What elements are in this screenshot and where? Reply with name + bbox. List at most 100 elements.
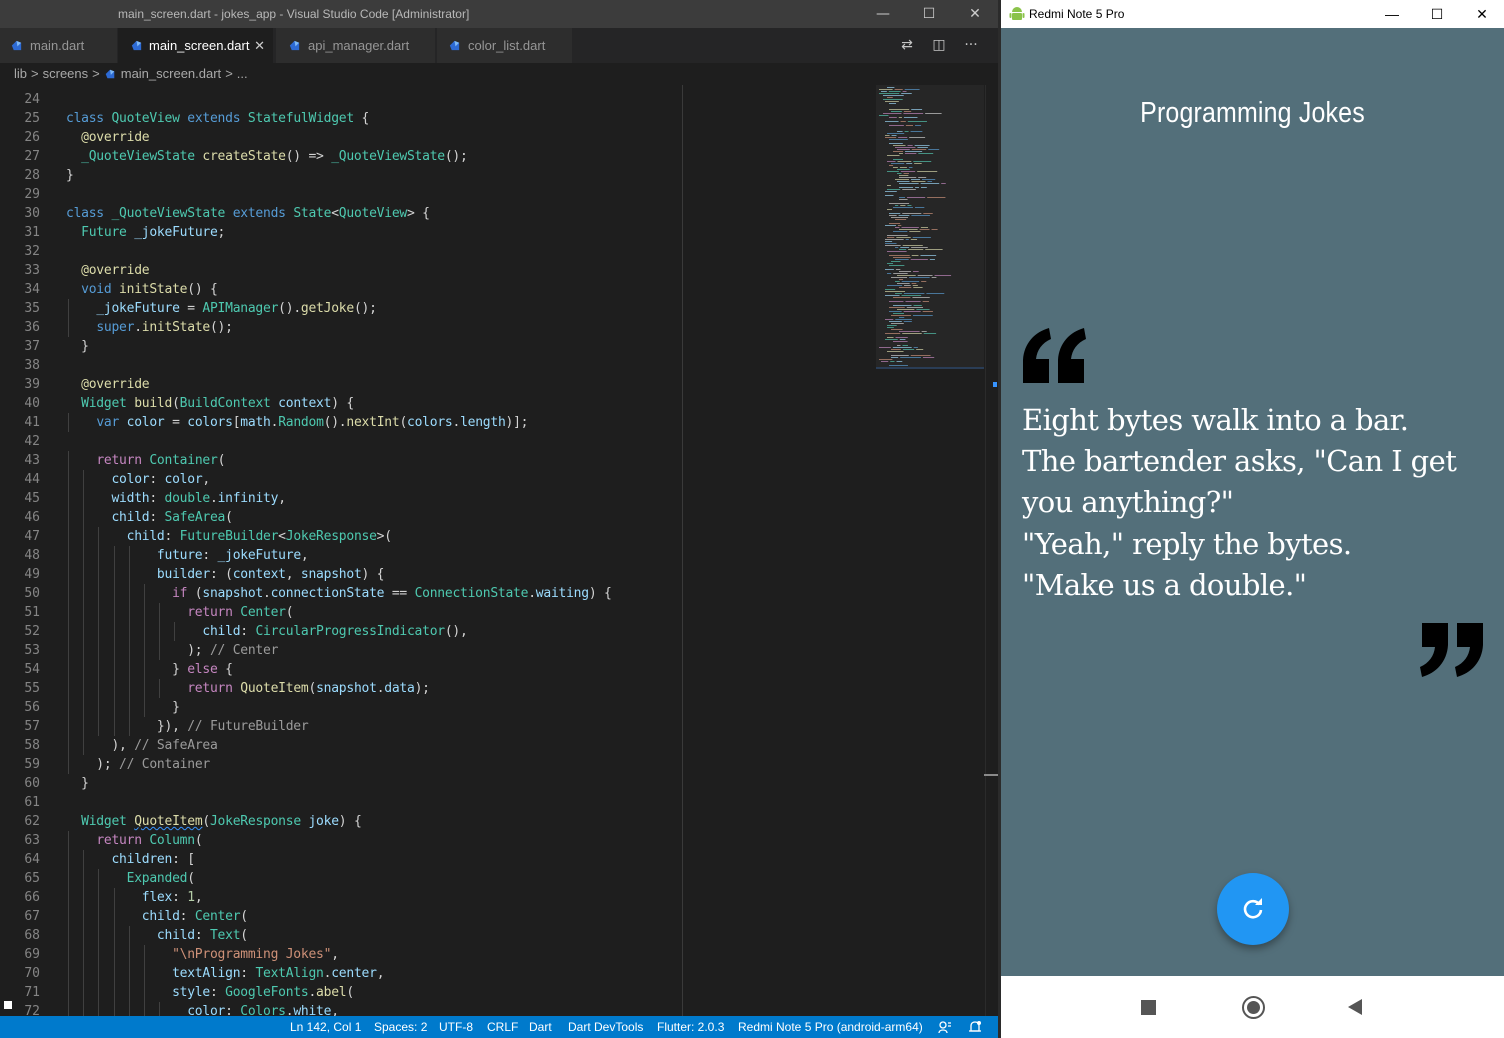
code-line[interactable]: Expanded( [66, 869, 195, 888]
tab-label: color_list.dart [468, 38, 546, 53]
line-number: 43 [24, 453, 40, 468]
line-number: 44 [24, 472, 40, 487]
code-line[interactable]: @override [66, 128, 149, 147]
indent-guide [98, 869, 100, 888]
compare-changes-icon[interactable]: ⇄ [893, 28, 921, 63]
code-line[interactable]: @override [66, 261, 149, 280]
status-eol[interactable]: CRLF [487, 1016, 518, 1038]
home-icon[interactable] [1242, 996, 1265, 1019]
tab-api-manager-dart[interactable]: api_manager.dart [276, 28, 436, 63]
breadcrumb-file[interactable]: main_screen.dart [121, 66, 221, 81]
code-line[interactable]: super.initState(); [66, 318, 233, 337]
code-line[interactable]: style: GoogleFonts.abel( [66, 983, 354, 1002]
editor-scrollbar[interactable] [985, 85, 999, 1016]
code-line[interactable]: ); // Container [66, 755, 210, 774]
code-line[interactable]: void initState() { [66, 280, 218, 299]
refresh-button[interactable] [1217, 873, 1289, 945]
indent-guide [144, 698, 145, 717]
scrollbar-thumb[interactable] [984, 774, 998, 776]
line-number: 69 [24, 947, 40, 962]
code-line[interactable]: Widget QuoteItem(JokeResponse joke) { [66, 812, 362, 831]
line-number: 48 [24, 548, 40, 563]
close-window-button[interactable]: ✕ [952, 0, 998, 28]
code-line[interactable]: } [66, 166, 74, 185]
tab-main-dart[interactable]: main.dart [0, 28, 118, 63]
code-line[interactable]: "\nProgramming Jokes", [66, 945, 339, 964]
back-icon[interactable] [1348, 999, 1362, 1015]
line-number: 63 [24, 833, 40, 848]
more-actions-icon[interactable]: ··· [957, 28, 985, 63]
code-editor[interactable]: 24 25 26 27 28 29 30 31 32 33 34 35 36 37 38 39 40 41 42 43… [0, 85, 1000, 1016]
indent-guide [68, 565, 69, 584]
indent-guide [113, 983, 115, 1002]
feedback-icon[interactable] [938, 1020, 952, 1034]
status-encoding[interactable]: UTF-8 [439, 1016, 473, 1038]
code-line[interactable]: Widget build(BuildContext context) { [66, 394, 354, 413]
status-flutter-version[interactable]: Flutter: 2.0.3 [657, 1016, 724, 1038]
code-line[interactable]: _QuoteViewState createState() => _QuoteV… [66, 147, 468, 166]
line-number: 34 [24, 282, 40, 297]
code-line[interactable]: class QuoteView extends StatefulWidget { [66, 109, 369, 128]
code-line[interactable]: Future _jokeFuture; [66, 223, 225, 242]
code-line[interactable]: @override [66, 375, 149, 394]
breadcrumb-screens[interactable]: screens [43, 66, 89, 81]
code-line[interactable]: class _QuoteViewState extends State<Quot… [66, 204, 430, 223]
code-line[interactable]: return Container( [66, 451, 225, 470]
indent-guide [128, 546, 130, 565]
indent-guide [98, 527, 100, 546]
code-line[interactable]: } else { [66, 660, 233, 679]
code-line[interactable]: } [66, 337, 89, 356]
minimize-button[interactable]: — [860, 0, 906, 28]
indent-guide [128, 565, 130, 584]
indent-guide [144, 983, 145, 1002]
indent-guide [98, 622, 100, 641]
breakpoint-marker[interactable] [4, 1001, 12, 1009]
code-line[interactable]: return Column( [66, 831, 202, 850]
breadcrumb-symbol[interactable]: ... [237, 66, 248, 81]
status-device[interactable]: Redmi Note 5 Pro (android-arm64) [738, 1016, 923, 1038]
code-line[interactable]: var color = colors[math.Random().nextInt… [66, 413, 528, 432]
code-line[interactable]: color: color, [66, 470, 210, 489]
code-line[interactable]: child: FutureBuilder<JokeResponse>( [66, 527, 392, 546]
status-dart-devtools[interactable]: Dart DevTools [568, 1016, 643, 1038]
indent-guide [83, 584, 85, 603]
minimap-viewport[interactable] [876, 85, 984, 369]
code-line[interactable]: }), // FutureBuilder [66, 717, 309, 736]
code-line[interactable]: width: double.infinity, [66, 489, 286, 508]
line-number: 65 [24, 871, 40, 886]
status-cursor-position[interactable]: Ln 142, Col 1 [290, 1016, 361, 1038]
code-line[interactable]: child: SafeArea( [66, 508, 232, 527]
maximize-button[interactable]: ☐ [906, 0, 952, 28]
maximize-button[interactable]: ☐ [1414, 0, 1460, 28]
breadcrumb-separator: > [225, 66, 233, 81]
tab-color-list-dart[interactable]: color_list.dart [437, 28, 573, 63]
close-tab-icon[interactable]: ✕ [254, 28, 265, 63]
tab-main-screen-dart[interactable]: main_screen.dart ✕ [118, 28, 274, 63]
code-line[interactable]: ), // SafeArea [66, 736, 217, 755]
code-line[interactable]: color: Colors.white, [66, 1002, 339, 1016]
recents-icon[interactable] [1141, 1000, 1156, 1015]
breadcrumb-lib[interactable]: lib [14, 66, 27, 81]
code-line[interactable]: } [66, 774, 89, 793]
split-editor-icon[interactable]: ◫ [925, 28, 953, 63]
code-line[interactable]: if (snapshot.connectionState == Connecti… [66, 584, 612, 603]
code-line[interactable]: child: CircularProgressIndicator(), [66, 622, 467, 641]
code-line[interactable]: return QuoteItem(snapshot.data); [66, 679, 430, 698]
indent-guide [128, 926, 130, 945]
code-line[interactable]: flex: 1, [66, 888, 203, 907]
status-indentation[interactable]: Spaces: 2 [374, 1016, 427, 1038]
close-window-button[interactable]: ✕ [1459, 0, 1504, 28]
line-number: 41 [24, 415, 40, 430]
indent-guide [128, 679, 130, 698]
minimize-button[interactable]: — [1369, 0, 1415, 28]
indent-guide [128, 717, 130, 736]
code-line[interactable]: child: Center( [66, 907, 248, 926]
code-line[interactable]: children: [ [66, 850, 195, 869]
status-language[interactable]: Dart [529, 1016, 552, 1038]
code-line[interactable]: _jokeFuture = APIManager().getJoke(); [66, 299, 377, 318]
code-line[interactable]: return Center( [66, 603, 293, 622]
indent-guide [159, 1002, 161, 1016]
bell-icon[interactable] [968, 1020, 982, 1034]
code-line[interactable]: child: Text( [66, 926, 248, 945]
code-line[interactable]: future: _jokeFuture, [66, 546, 309, 565]
